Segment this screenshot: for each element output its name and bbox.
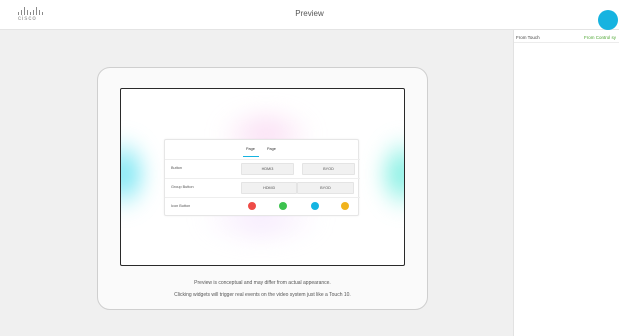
- from-control-system-column-header: From Control sy: [584, 35, 617, 40]
- widget-row-button: Button HDMI3 BYOD: [165, 159, 360, 177]
- widget-row-icon-button: Icon Button: [165, 197, 360, 215]
- widget-panel: Page Page Button HDMI3 BYOD Group Button…: [164, 139, 360, 216]
- preview-screen: Page Page Button HDMI3 BYOD Group Button…: [120, 88, 405, 266]
- group-hdmi3-button[interactable]: HDMI3: [241, 182, 297, 194]
- byod-button[interactable]: BYOD: [302, 163, 355, 175]
- yellow-circle-icon-button[interactable]: [341, 202, 349, 210]
- row-label: Icon Button: [171, 204, 191, 208]
- preview-disclaimer: Preview is conceptual and may differ fro…: [194, 280, 331, 286]
- preview-events-note: Clicking widgets will trigger real event…: [174, 292, 351, 298]
- panel-divider: [514, 42, 619, 43]
- group-byod-button[interactable]: BYOD: [297, 182, 354, 194]
- red-circle-icon-button[interactable]: [248, 202, 256, 210]
- ambient-glow-right: [383, 139, 404, 209]
- row-label: Button: [171, 166, 182, 170]
- from-touch-column-header: From Touch: [516, 35, 540, 40]
- hdmi3-button[interactable]: HDMI3: [241, 163, 294, 175]
- blue-circle-icon-button[interactable]: [311, 202, 319, 210]
- tab-page-1[interactable]: Page: [246, 147, 255, 151]
- event-log-panel: From Touch From Control sy: [513, 30, 619, 336]
- page-title: Preview: [295, 9, 324, 18]
- row-label: Group Button: [171, 185, 194, 189]
- ambient-glow-left: [121, 139, 143, 209]
- active-tab-indicator: [243, 156, 259, 157]
- green-circle-icon-button[interactable]: [279, 202, 287, 210]
- top-bar: cisco Preview: [0, 0, 619, 30]
- widget-row-group-button: Group Button HDMI3 BYOD: [165, 178, 360, 196]
- tab-page-2[interactable]: Page: [267, 147, 276, 151]
- action-button[interactable]: [598, 10, 618, 30]
